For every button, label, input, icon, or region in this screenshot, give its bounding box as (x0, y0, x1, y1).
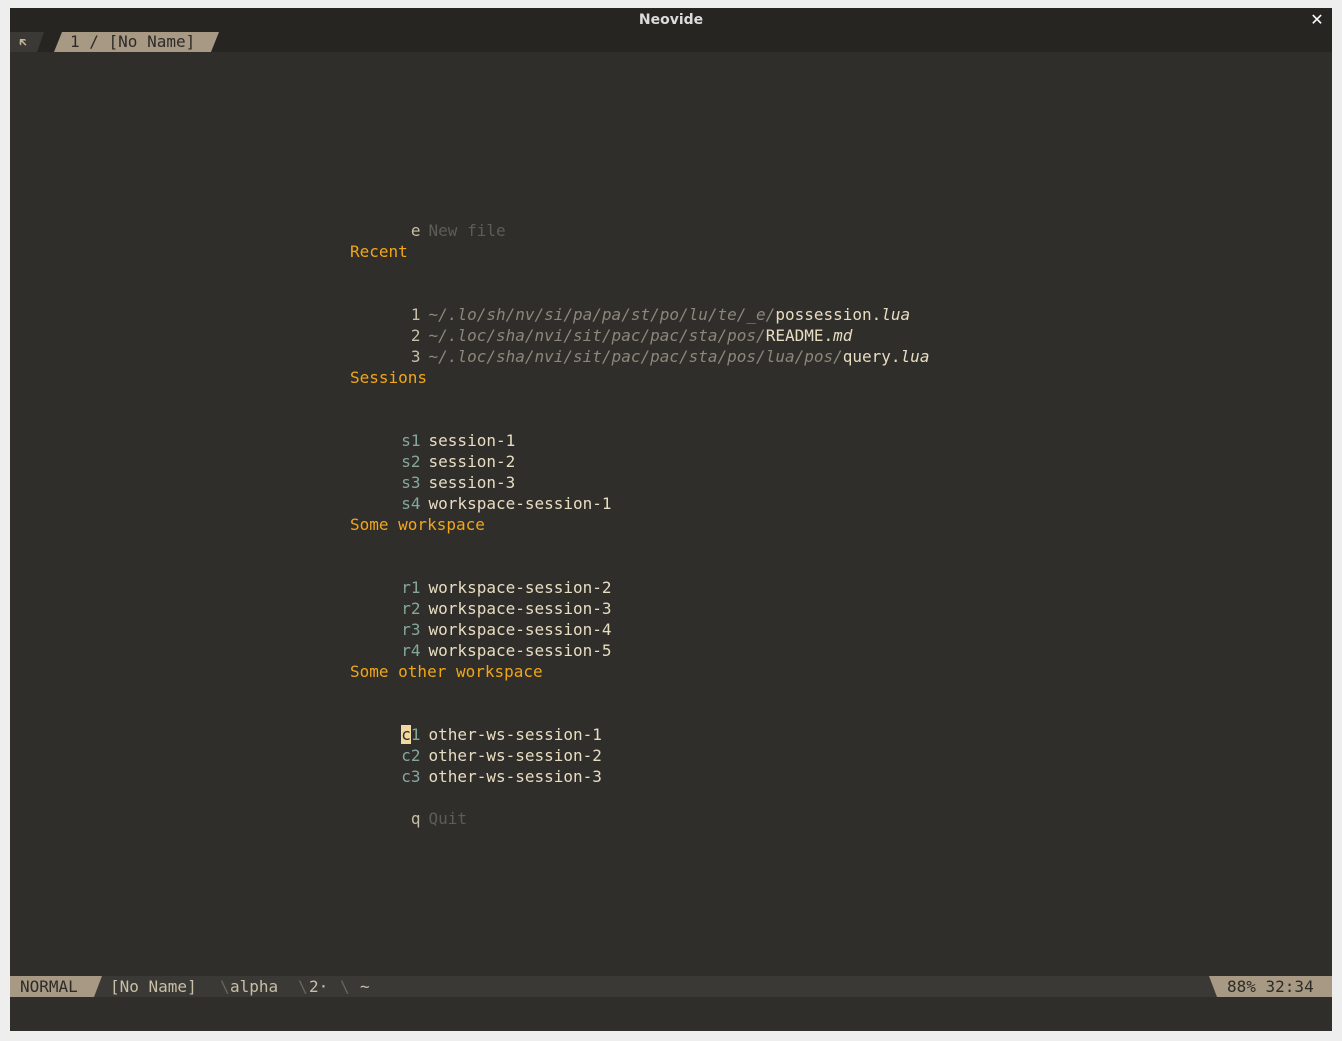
quit-key: q (410, 809, 421, 828)
statusline-filename: [No Name] (110, 977, 197, 996)
session-key: s4 (401, 494, 421, 513)
other-ws-session-item[interactable]: c3 other-ws-session-3 (350, 745, 602, 786)
session-label: workspace-session-1 (428, 494, 612, 513)
workspace-session-key: r4 (401, 641, 421, 660)
recent-item[interactable]: 2 ~/.loc/sha/nvi/sit/pac/pac/sta/pos/READ… (350, 304, 853, 345)
window-title: Neovide (638, 12, 704, 28)
session-item[interactable]: s2 session-2 (350, 430, 515, 471)
recent-item[interactable]: 3 ~/.loc/sha/nvi/sit/pac/pac/sta/pos/lua/… (350, 325, 930, 366)
recent-extension: lua (881, 305, 911, 324)
statusline-count: 2· (309, 977, 329, 996)
other-ws-session-key: c3 (401, 767, 421, 786)
recent-header: Recent (350, 242, 408, 261)
statusline-separator: \ (298, 977, 308, 996)
workspace-session-item[interactable]: r3 workspace-session-4 (350, 598, 611, 639)
other-ws-session-label: other-ws-session-3 (428, 767, 602, 786)
session-item[interactable]: s1 session-1 (350, 409, 515, 450)
other-ws-session-item[interactable]: c1 other-ws-session-1 (350, 703, 602, 744)
tab-no-name[interactable]: 1 / [No Name] (54, 32, 219, 52)
new-file-label: New file (428, 221, 506, 240)
sessions-header: Sessions (350, 368, 428, 387)
close-icon[interactable]: ✕ (1308, 8, 1326, 32)
workspace-session-item[interactable]: r1 workspace-session-2 (350, 556, 611, 597)
quit-button[interactable]: q Quit (350, 787, 467, 828)
statusline-separator: \ (220, 977, 230, 996)
new-file-button[interactable]: e New file (350, 199, 506, 240)
other-workspace-header: Some other workspace (350, 662, 543, 681)
quit-label: Quit (428, 809, 468, 828)
cursor-position: 88% 32:34 (1209, 976, 1332, 997)
statusline-cwd: ~ (360, 977, 370, 996)
command-line[interactable] (10, 997, 1332, 1031)
recent-extension: lua (900, 347, 930, 366)
statusline-separator: \ (340, 977, 350, 996)
other-ws-session-item[interactable]: c2 other-ws-session-2 (350, 724, 602, 765)
statusline-filetype: alpha (230, 977, 279, 996)
recent-path: ~/.loc/sha/nvi/sit/pac/pac/sta/pos/lua/p… (428, 347, 843, 366)
workspace-header: Some workspace (350, 515, 485, 534)
recent-filename: query. (842, 347, 901, 366)
recent-item[interactable]: 1 ~/.lo/sh/nv/si/pa/pa/st/po/lu/te/_e/pos… (350, 283, 910, 324)
neovide-window: Neovide ✕ 🡴 1 / [No Name] e New file Rece… (10, 8, 1332, 1031)
workspace-session-item[interactable]: r4 workspace-session-5 (350, 619, 611, 660)
workspace-session-item[interactable]: r2 workspace-session-3 (350, 577, 611, 618)
mode-indicator: NORMAL (10, 976, 102, 997)
recent-key: 3 (410, 347, 421, 366)
session-item[interactable]: s4 workspace-session-1 (350, 472, 611, 513)
new-file-key: e (410, 221, 421, 240)
statusline: NORMAL [No Name] \ alpha \ 2· \ ~ 88% 32… (10, 976, 1332, 997)
title-bar: Neovide ✕ (10, 8, 1332, 32)
workspace-session-label: workspace-session-5 (428, 641, 612, 660)
tab-arrow-icon: 🡴 (10, 32, 44, 52)
session-item[interactable]: s3 session-3 (350, 451, 515, 492)
tabline: 🡴 1 / [No Name] (10, 32, 1332, 52)
